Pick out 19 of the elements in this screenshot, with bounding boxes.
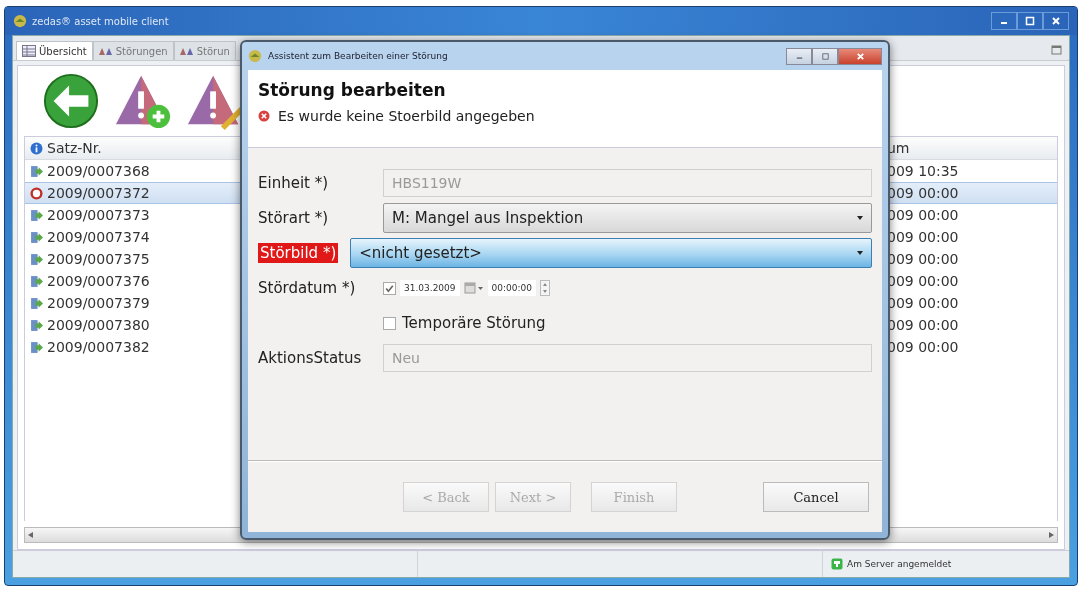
error-message: Es wurde keine Stoerbild angegeben [278,108,535,124]
table-cell-text: 2009/0007372 [47,185,151,201]
field-label: Einheit *) [258,174,330,192]
table-cell-text: 2009/0007373 [47,207,151,223]
table-cell-text: 2009/0007374 [47,229,151,245]
field-label: Störbild *) [258,243,339,263]
table-cell-text: 2009/0007375 [47,251,151,267]
dialog-title: Assistent zum Bearbeiten einer Störung [268,51,448,61]
table-cell-text: 2009/0007382 [47,339,151,355]
field-label: AktionsStatus [258,349,363,367]
dialog-heading: Störung bearbeiten [258,80,447,100]
status-text: Am Server angemeldet [847,559,952,569]
table-cell-text: 2009/0007376 [47,273,151,289]
table-cell-text: 2009/0007379 [47,295,151,311]
field-label: Störart *) [258,209,330,227]
window-title: zedas® asset mobile client [32,15,169,27]
table-cell-text: 2009/0007380 [47,317,151,333]
table-cell-text: 2009/0007368 [47,163,151,179]
field-label: Stördatum *) [258,279,357,297]
